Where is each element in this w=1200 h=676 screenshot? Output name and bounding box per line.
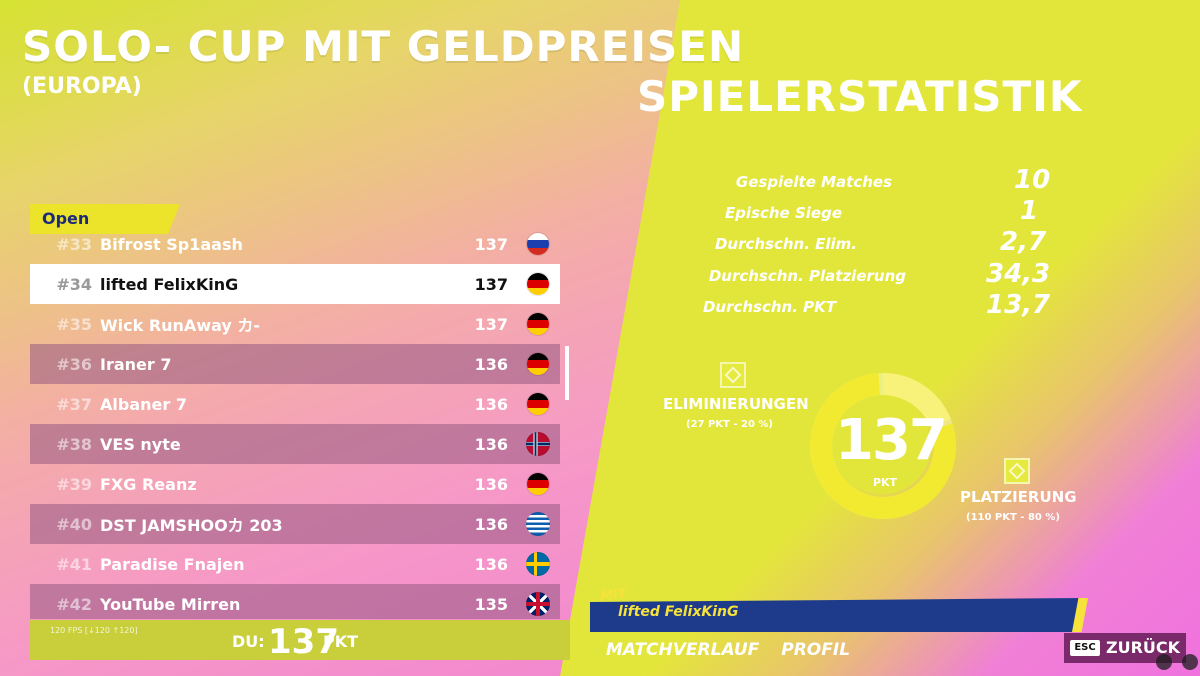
russia-flag-icon bbox=[526, 232, 550, 256]
total-score-unit: PKT bbox=[872, 476, 898, 489]
placement-detail: (110 PKT - 80 %) bbox=[966, 512, 1060, 523]
germany-flag-icon bbox=[526, 352, 550, 376]
scrollbar[interactable] bbox=[565, 346, 569, 400]
tab-profile[interactable]: PROFIL bbox=[781, 640, 850, 660]
stat-label: Durchschn. Platzierung bbox=[708, 267, 906, 285]
fps-counter: 120 FPS [↓120 ↑120] bbox=[50, 626, 138, 635]
row-rank: #35 bbox=[56, 314, 92, 334]
row-player-name: Albaner 7 bbox=[100, 394, 187, 414]
row-points: 137 bbox=[474, 274, 508, 294]
settings-icon bbox=[1182, 654, 1198, 670]
uk-flag-icon bbox=[526, 592, 550, 616]
page-title: SOLO- CUP MIT GELDPREISEN bbox=[22, 22, 745, 71]
leaderboard-row[interactable]: #35 Wick RunAway カ- 137 bbox=[30, 304, 560, 344]
row-rank: #34 bbox=[56, 274, 92, 294]
row-rank: #39 bbox=[56, 474, 92, 494]
row-player-name: YouTube Mirren bbox=[100, 594, 241, 614]
stats-title: SPIELERSTATISTIK bbox=[637, 72, 1083, 121]
stat-value: 10 bbox=[1014, 165, 1051, 195]
stat-label: Durchschn. PKT bbox=[702, 298, 836, 316]
row-rank: #37 bbox=[56, 394, 92, 414]
row-player-name: FXG Reanz bbox=[100, 474, 197, 494]
row-rank: #33 bbox=[56, 234, 92, 254]
sweden-flag-icon bbox=[526, 552, 550, 576]
row-player-name: VES nyte bbox=[100, 434, 181, 454]
system-icons bbox=[1156, 654, 1198, 670]
germany-flag-icon bbox=[526, 272, 550, 296]
row-rank: #38 bbox=[56, 434, 92, 454]
row-points: 136 bbox=[474, 394, 508, 414]
row-points: 135 bbox=[474, 594, 508, 614]
leaderboard-row[interactable]: #36 Iraner 7 136 bbox=[30, 344, 560, 384]
eliminations-icon bbox=[720, 362, 746, 388]
eliminations-detail: (27 PKT - 20 %) bbox=[686, 419, 773, 430]
your-score-label: DU: bbox=[232, 632, 265, 651]
leaderboard-row[interactable]: #37 Albaner 7 136 bbox=[30, 384, 560, 424]
row-player-name: Wick RunAway カ- bbox=[100, 316, 261, 335]
row-points: 136 bbox=[474, 434, 508, 454]
row-points: 136 bbox=[474, 554, 508, 574]
row-rank: #36 bbox=[56, 354, 92, 374]
stat-value: 1 bbox=[1020, 196, 1039, 226]
stat-label: Epische Siege bbox=[724, 204, 842, 222]
row-player-name: DST JAMSHOOカ 203 bbox=[100, 516, 283, 535]
greece-flag-icon bbox=[526, 512, 550, 536]
norway-flag-icon bbox=[526, 432, 550, 456]
total-score-value: 137 bbox=[835, 408, 948, 473]
row-points: 137 bbox=[474, 314, 508, 334]
leaderboard-list: #33 Bifrost Sp1aash 137 #34 lifted FelixKinG… bbox=[30, 224, 560, 619]
bottom-tabs: MATCHVERLAUF PROFIL bbox=[606, 640, 872, 660]
leaderboard-row[interactable]: #41 Paradise Fnajen 136 bbox=[30, 544, 560, 584]
germany-flag-icon bbox=[526, 392, 550, 416]
placement-icon bbox=[1004, 458, 1030, 484]
eliminations-label: ELIMINIERUNGEN bbox=[663, 395, 809, 413]
row-player-name: Iraner 7 bbox=[100, 354, 172, 374]
team-player-name: lifted FelixKinG bbox=[618, 604, 739, 620]
leaderboard-row[interactable]: #42 YouTube Mirren 135 bbox=[30, 584, 560, 619]
your-score-unit: PKT bbox=[323, 632, 359, 651]
leaderboard-row[interactable]: #33 Bifrost Sp1aash 137 bbox=[30, 224, 560, 264]
leaderboard-row[interactable]: #40 DST JAMSHOOカ 203 136 bbox=[30, 504, 560, 544]
tab-match-history[interactable]: MATCHVERLAUF bbox=[606, 640, 759, 660]
row-points: 136 bbox=[474, 474, 508, 494]
row-rank: #42 bbox=[56, 594, 92, 614]
germany-flag-icon bbox=[526, 472, 550, 496]
row-player-name: Bifrost Sp1aash bbox=[100, 234, 243, 254]
row-rank: #41 bbox=[56, 554, 92, 574]
row-rank: #40 bbox=[56, 514, 92, 534]
leaderboard-row[interactable]: #39 FXG Reanz 136 bbox=[30, 464, 560, 504]
leaderboard-row[interactable]: #34 lifted FelixKinG 137 bbox=[30, 264, 560, 304]
esc-key-icon: ESC bbox=[1070, 640, 1100, 656]
leaderboard-row[interactable]: #38 VES nyte 136 bbox=[30, 424, 560, 464]
row-points: 136 bbox=[474, 514, 508, 534]
page-subtitle: (EUROPA) bbox=[22, 74, 142, 99]
team-with-label: MIT bbox=[599, 586, 628, 605]
row-points: 137 bbox=[474, 234, 508, 254]
placement-label: PLATZIERUNG bbox=[960, 488, 1077, 506]
stat-label: Gespielte Matches bbox=[735, 173, 892, 191]
stat-label: Durchschn. Elim. bbox=[714, 235, 857, 253]
microphone-icon bbox=[1156, 654, 1172, 670]
row-points: 136 bbox=[474, 354, 508, 374]
stat-value: 13,7 bbox=[986, 290, 1051, 320]
stat-value: 2,7 bbox=[1000, 227, 1047, 257]
stat-value: 34,3 bbox=[986, 259, 1051, 289]
row-player-name: Paradise Fnajen bbox=[100, 554, 245, 574]
germany-flag-icon bbox=[526, 312, 550, 336]
row-player-name: lifted FelixKinG bbox=[100, 274, 239, 294]
